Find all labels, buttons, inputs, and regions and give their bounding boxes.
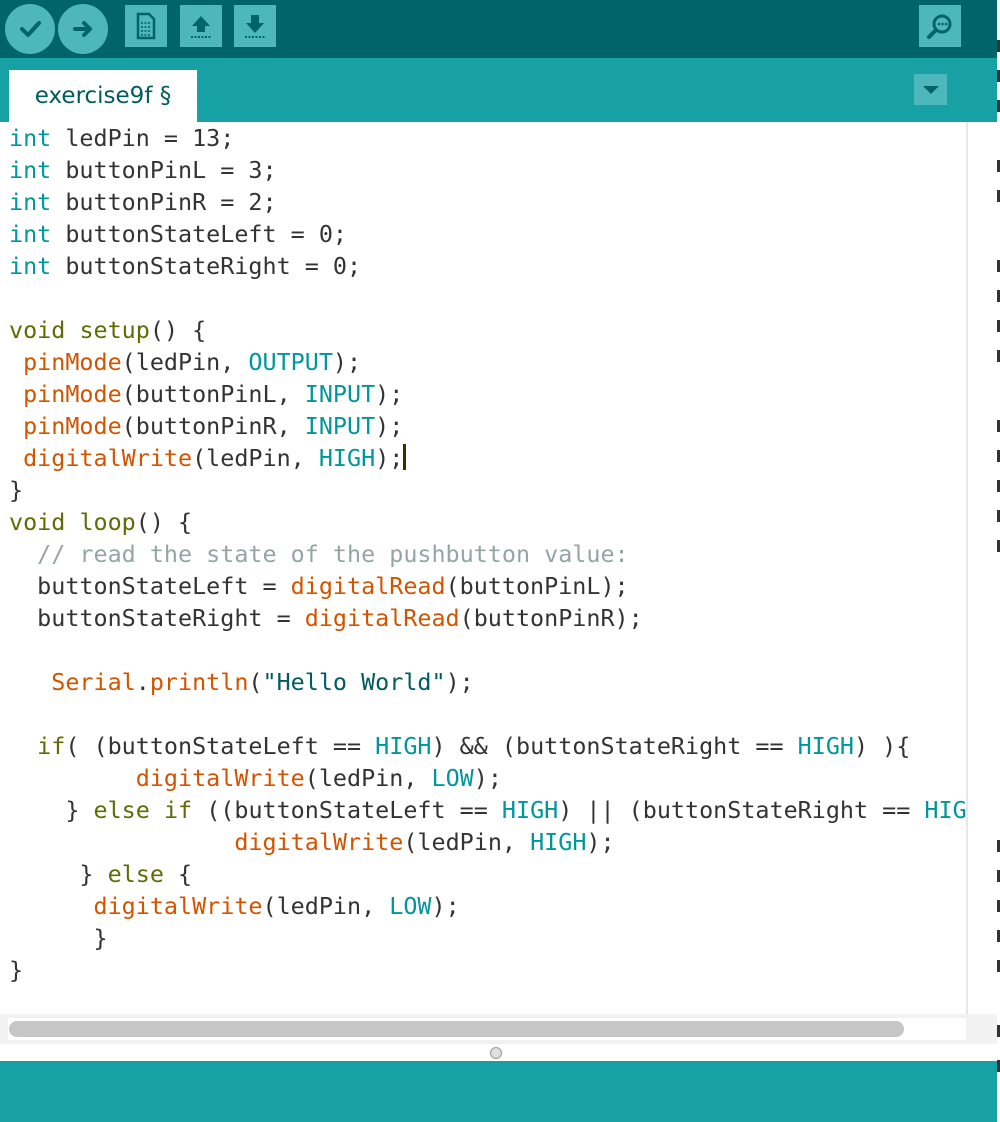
tab-menu-button[interactable] bbox=[914, 74, 947, 105]
horizontal-scrollbar-thumb[interactable] bbox=[9, 1021, 904, 1037]
tab-exercise9f[interactable]: exercise9f § bbox=[9, 70, 197, 122]
code-line[interactable]: digitalWrite(ledPin, HIGH); bbox=[9, 826, 966, 858]
text-caret bbox=[403, 444, 407, 470]
code-line[interactable]: } else if ((buttonStateLeft == HIGH) || … bbox=[9, 794, 966, 826]
code-line[interactable]: digitalWrite(ledPin, HIGH); bbox=[9, 442, 966, 474]
save-icon bbox=[245, 15, 265, 38]
verify-button[interactable] bbox=[5, 4, 55, 54]
chevron-down-icon bbox=[922, 85, 939, 94]
code-line[interactable]: int buttonPinL = 3; bbox=[9, 154, 966, 186]
upload-icon bbox=[73, 21, 92, 37]
new-button[interactable] bbox=[125, 5, 167, 47]
open-icon bbox=[191, 16, 211, 38]
code-line[interactable]: buttonStateRight = digitalRead(buttonPin… bbox=[9, 602, 966, 634]
status-bar bbox=[0, 1061, 997, 1122]
code-line[interactable]: buttonStateLeft = digitalRead(buttonPinL… bbox=[9, 570, 966, 602]
code-line[interactable] bbox=[9, 634, 966, 666]
toolbar bbox=[0, 0, 997, 58]
code-line[interactable]: pinMode(buttonPinL, INPUT); bbox=[9, 378, 966, 410]
code-line[interactable] bbox=[9, 698, 966, 730]
code-line[interactable]: } bbox=[9, 474, 966, 506]
code-line[interactable]: void setup() { bbox=[9, 314, 966, 346]
code-line[interactable] bbox=[9, 282, 966, 314]
new-icon bbox=[136, 12, 156, 40]
code-line[interactable]: Serial.println("Hello World"); bbox=[9, 666, 966, 698]
code-line[interactable]: // read the state of the pushbutton valu… bbox=[9, 538, 966, 570]
serial-monitor-button[interactable] bbox=[919, 5, 961, 47]
code-line[interactable]: } bbox=[9, 922, 966, 954]
code-line[interactable]: int buttonStateRight = 0; bbox=[9, 250, 966, 282]
code-line[interactable]: } bbox=[9, 954, 966, 986]
serial-monitor-icon bbox=[927, 14, 952, 39]
code-line[interactable]: int buttonStateLeft = 0; bbox=[9, 218, 966, 250]
code-editor[interactable]: int ledPin = 13; int buttonPinL = 3; int b… bbox=[0, 122, 966, 1014]
code-line[interactable]: int buttonPinR = 2; bbox=[9, 186, 966, 218]
tab-bar: exercise9f § bbox=[0, 58, 997, 122]
code-line[interactable]: digitalWrite(ledPin, LOW); bbox=[9, 762, 966, 794]
verify-icon bbox=[20, 21, 41, 37]
code-line[interactable]: pinMode(ledPin, OUTPUT); bbox=[9, 346, 966, 378]
code-line[interactable]: void loop() { bbox=[9, 506, 966, 538]
code-line[interactable]: } else { bbox=[9, 858, 966, 890]
open-button[interactable] bbox=[180, 5, 222, 47]
code-line[interactable]: digitalWrite(ledPin, LOW); bbox=[9, 890, 966, 922]
editor-border bbox=[966, 122, 968, 1014]
code-line[interactable]: int ledPin = 13; bbox=[9, 122, 966, 154]
upload-button[interactable] bbox=[58, 4, 108, 54]
code-line[interactable]: pinMode(buttonPinR, INPUT); bbox=[9, 410, 966, 442]
divider-handle[interactable] bbox=[490, 1047, 502, 1059]
code-text[interactable]: int ledPin = 13; int buttonPinL = 3; int b… bbox=[9, 122, 966, 986]
save-button[interactable] bbox=[234, 5, 276, 47]
code-line[interactable]: if( (buttonStateLeft == HIGH) && (button… bbox=[9, 730, 966, 762]
